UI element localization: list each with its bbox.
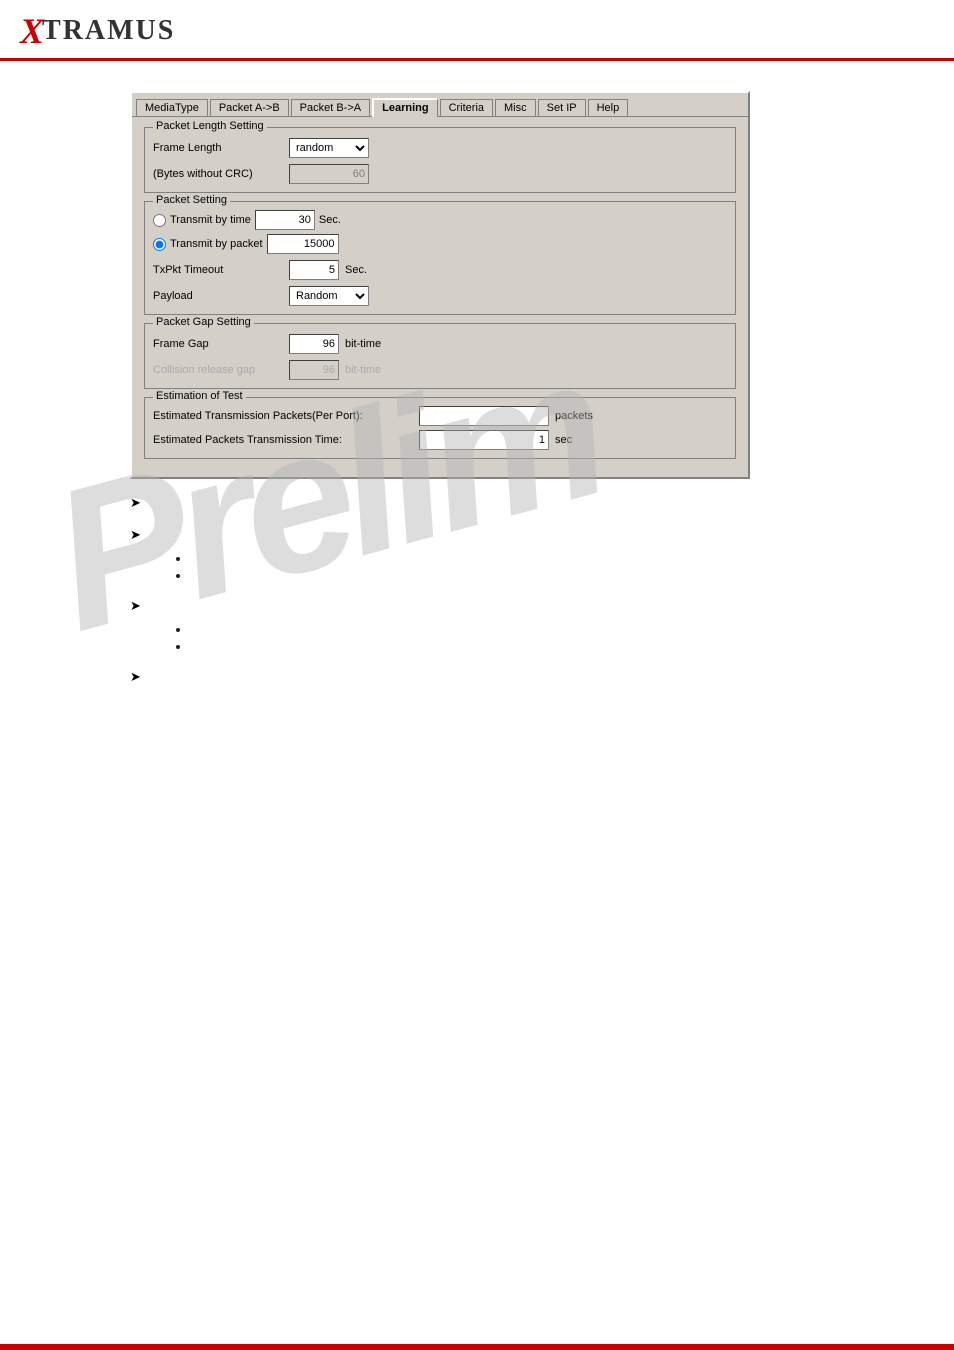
collision-gap-label: Collision release gap <box>153 364 283 376</box>
tab-bar: MediaType Packet A->B Packet B->A Learni… <box>132 93 748 117</box>
collision-gap-row: Collision release gap bit-time <box>153 360 727 380</box>
frame-length-select[interactable]: random 64 128 256 512 1024 1518 <box>289 138 369 158</box>
txpkt-timeout-unit: Sec. <box>345 264 367 276</box>
bullet-3: ➤ <box>130 598 934 614</box>
packet-length-label: Packet Length Setting <box>153 120 267 132</box>
packet-length-group: Packet Length Setting Frame Length rando… <box>144 127 736 193</box>
est-packets-label: Estimated Transmission Packets(Per Port)… <box>153 410 413 422</box>
main-content: MediaType Packet A->B Packet B->A Learni… <box>0 61 954 713</box>
tab-packet-ab[interactable]: Packet A->B <box>210 99 289 116</box>
est-packets-input[interactable] <box>419 406 549 426</box>
transmit-time-row: Transmit by time Sec. <box>153 210 727 230</box>
frame-length-row: Frame Length random 64 128 256 512 1024 … <box>153 138 727 158</box>
bullets-section: ➤ ➤ ➤ ➤ <box>130 495 934 685</box>
bullet-4: ➤ <box>130 669 934 685</box>
header: X TRAMUS <box>0 0 954 61</box>
estimation-label: Estimation of Test <box>153 390 246 402</box>
arrow-4: ➤ <box>130 669 141 685</box>
transmit-packet-input[interactable] <box>267 234 339 254</box>
frame-gap-label: Frame Gap <box>153 338 283 350</box>
frame-gap-row: Frame Gap bit-time <box>153 334 727 354</box>
footer-bar <box>0 1344 954 1350</box>
est-time-row: Estimated Packets Transmission Time: sec <box>153 430 727 450</box>
packet-gap-label: Packet Gap Setting <box>153 316 254 328</box>
bullet-list-3 <box>190 622 934 653</box>
estimation-group: Estimation of Test Estimated Transmissio… <box>144 397 736 459</box>
est-time-label: Estimated Packets Transmission Time: <box>153 434 413 446</box>
packet-gap-group: Packet Gap Setting Frame Gap bit-time Co… <box>144 323 736 389</box>
collision-gap-unit: bit-time <box>345 364 381 376</box>
transmit-time-unit: Sec. <box>319 214 341 226</box>
transmit-packet-label: Transmit by packet <box>170 238 263 250</box>
est-packets-row: Estimated Transmission Packets(Per Port)… <box>153 406 727 426</box>
payload-row: Payload Random All 0 All 1 <box>153 286 727 306</box>
transmit-time-label: Transmit by time <box>170 214 251 226</box>
logo-tramus: TRAMUS <box>42 15 175 47</box>
arrow-1: ➤ <box>130 495 141 511</box>
bytes-crc-row: (Bytes without CRC) <box>153 164 727 184</box>
collision-gap-input <box>289 360 339 380</box>
panel-content: Packet Length Setting Frame Length rando… <box>132 117 748 477</box>
dialog-panel: MediaType Packet A->B Packet B->A Learni… <box>130 91 750 479</box>
txpkt-timeout-label: TxPkt Timeout <box>153 264 283 276</box>
tab-learning[interactable]: Learning <box>372 98 437 117</box>
transmit-packet-row: Transmit by packet <box>153 234 727 254</box>
est-packets-unit: packets <box>555 410 593 422</box>
tab-packet-ba[interactable]: Packet B->A <box>291 99 370 116</box>
arrow-2: ➤ <box>130 527 141 543</box>
frame-length-label: Frame Length <box>153 142 283 154</box>
tab-help[interactable]: Help <box>588 99 629 116</box>
bullet-list-3-item-2 <box>190 639 934 653</box>
transmit-time-input[interactable] <box>255 210 315 230</box>
bullet-1: ➤ <box>130 495 934 511</box>
tab-setip[interactable]: Set IP <box>538 99 586 116</box>
tab-misc[interactable]: Misc <box>495 99 536 116</box>
frame-gap-unit: bit-time <box>345 338 381 350</box>
bullet-list-2-item-1 <box>190 551 934 565</box>
tab-mediatype[interactable]: MediaType <box>136 99 208 116</box>
bullet-list-3-item-1 <box>190 622 934 636</box>
est-time-unit: sec <box>555 434 572 446</box>
payload-label: Payload <box>153 290 283 302</box>
bytes-crc-label: (Bytes without CRC) <box>153 168 283 180</box>
transmit-packet-radio[interactable] <box>153 238 166 251</box>
bullet-2: ➤ <box>130 527 934 543</box>
transmit-time-radio[interactable] <box>153 214 166 227</box>
txpkt-timeout-input[interactable] <box>289 260 339 280</box>
packet-setting-group: Packet Setting Transmit by time Sec. Tra… <box>144 201 736 315</box>
bullet-list-2-item-2 <box>190 568 934 582</box>
packet-setting-label: Packet Setting <box>153 194 230 206</box>
bytes-crc-input[interactable] <box>289 164 369 184</box>
tab-criteria[interactable]: Criteria <box>440 99 493 116</box>
txpkt-timeout-row: TxPkt Timeout Sec. <box>153 260 727 280</box>
payload-select[interactable]: Random All 0 All 1 <box>289 286 369 306</box>
bullet-list-2 <box>190 551 934 582</box>
logo-x: X <box>20 10 42 52</box>
frame-gap-input[interactable] <box>289 334 339 354</box>
est-time-input[interactable] <box>419 430 549 450</box>
arrow-3: ➤ <box>130 598 141 614</box>
